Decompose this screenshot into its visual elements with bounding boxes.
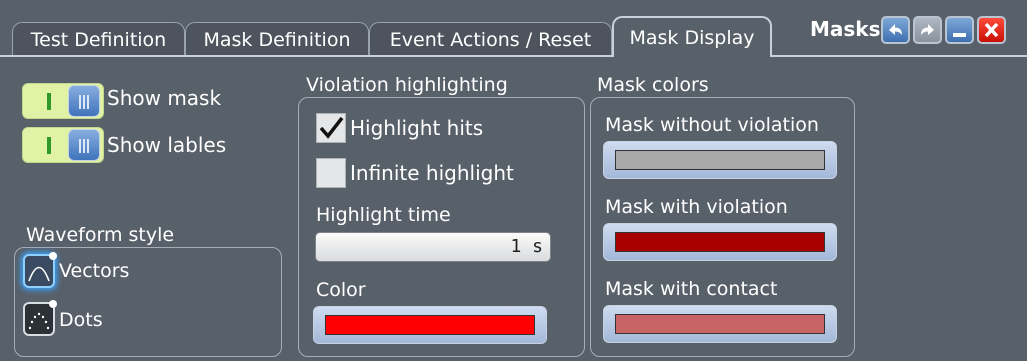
toggle-knob (68, 129, 100, 161)
tab-event-actions-reset[interactable]: Event Actions / Reset (369, 22, 612, 56)
mask-without-violation-color-button[interactable] (603, 141, 837, 179)
redo-icon (921, 24, 934, 35)
tab-mask-definition[interactable]: Mask Definition (185, 22, 369, 56)
show-labels-label: Show lables (107, 133, 227, 157)
window-title: Masks (810, 17, 881, 41)
highlight-hits-label: Highlight hits (350, 116, 484, 140)
mask-with-violation-label: Mask with violation (605, 196, 788, 218)
vectors-icon[interactable] (23, 252, 57, 288)
toggle-knob (68, 85, 100, 117)
toggle-on-indicator (47, 137, 51, 154)
minimize-icon (953, 33, 966, 37)
checkmark-icon (319, 116, 344, 139)
tab-mask-display[interactable]: Mask Display (612, 16, 772, 57)
minimize-button[interactable] (945, 16, 974, 44)
mask-with-contact-swatch (615, 314, 825, 334)
tab-label: Mask Display (629, 26, 755, 49)
dots-icon[interactable] (23, 300, 57, 336)
close-icon (984, 22, 999, 38)
undo-button[interactable] (881, 16, 910, 44)
tab-label: Test Definition (30, 28, 167, 51)
infinite-highlight-checkbox[interactable] (316, 158, 346, 188)
mask-without-violation-swatch (615, 150, 825, 170)
violation-highlighting-title: Violation highlighting (306, 74, 508, 96)
close-button[interactable] (977, 16, 1006, 44)
tab-label: Mask Definition (203, 28, 351, 51)
show-mask-label: Show mask (107, 86, 222, 110)
show-labels-toggle[interactable] (22, 127, 104, 163)
vectors-label[interactable]: Vectors (59, 260, 129, 282)
color-label: Color (316, 279, 366, 301)
mask-with-violation-swatch (615, 232, 825, 252)
toggle-on-indicator (47, 93, 51, 110)
mask-with-contact-color-button[interactable] (603, 305, 837, 343)
tab-label: Event Actions / Reset (389, 28, 592, 51)
waveform-style-title: Waveform style (26, 224, 175, 246)
highlight-color-button[interactable] (313, 306, 547, 344)
tab-bar: Test Definition Mask Definition Event Ac… (0, 0, 1027, 57)
highlight-hits-checkbox[interactable] (316, 113, 346, 143)
dots-label[interactable]: Dots (59, 309, 103, 331)
mask-without-violation-label: Mask without violation (605, 114, 819, 136)
infinite-highlight-label: Infinite highlight (350, 161, 514, 185)
highlight-time-field[interactable]: 1 s (315, 232, 551, 262)
show-mask-toggle[interactable] (22, 83, 104, 119)
mask-colors-title: Mask colors (597, 74, 709, 96)
tab-test-definition[interactable]: Test Definition (12, 22, 185, 56)
tab-underline (0, 55, 1027, 57)
mask-with-violation-color-button[interactable] (603, 223, 837, 261)
highlight-color-swatch (325, 315, 535, 335)
redo-button[interactable] (913, 16, 942, 44)
highlight-time-label: Highlight time (316, 204, 451, 226)
mask-with-contact-label: Mask with contact (605, 278, 778, 300)
undo-icon (889, 24, 902, 35)
